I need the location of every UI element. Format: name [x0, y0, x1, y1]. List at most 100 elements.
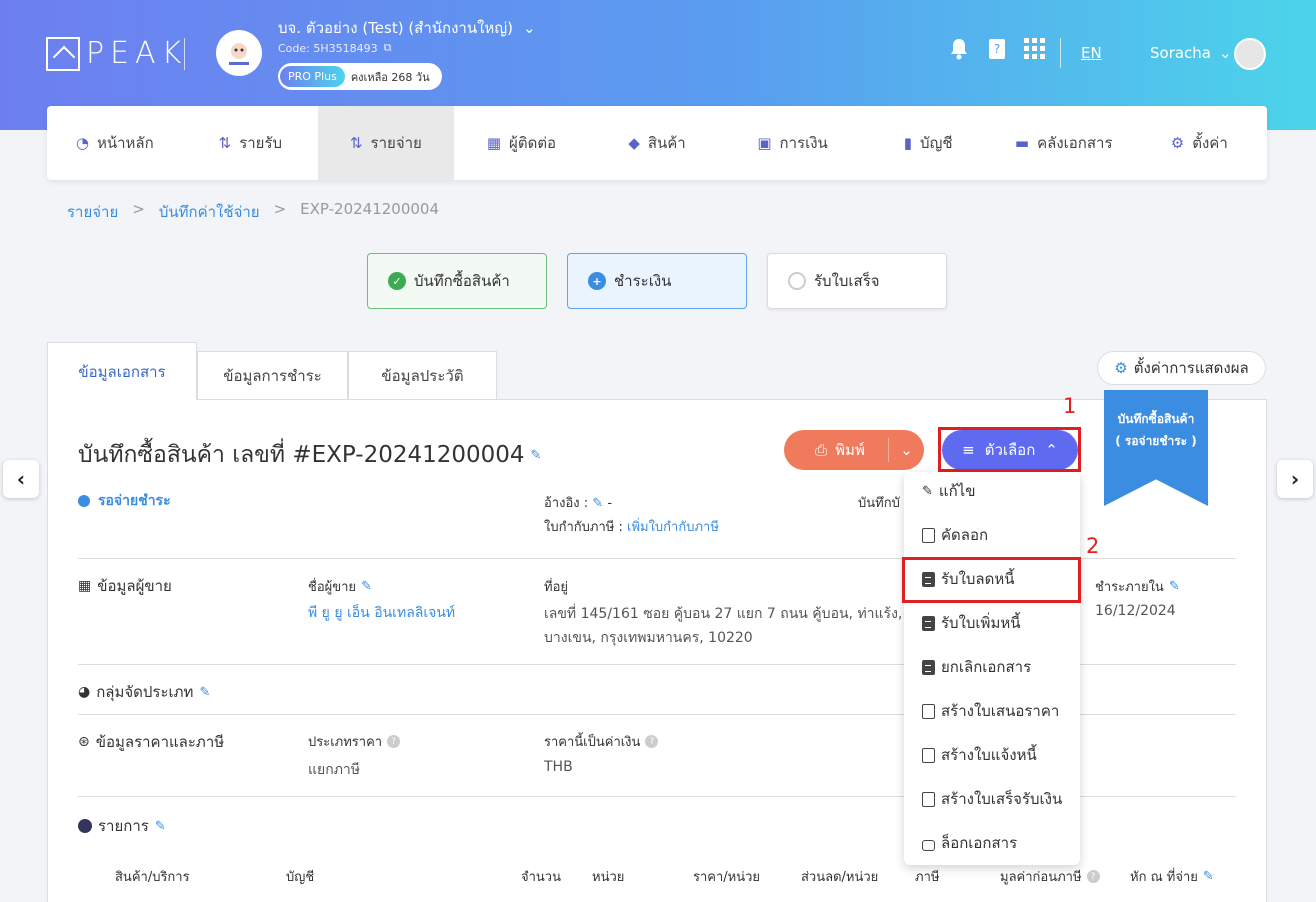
copy-icon[interactable]: ⧉ [384, 41, 392, 55]
cancel-doc-icon [922, 659, 935, 675]
pencil-icon[interactable]: ✎ [1169, 579, 1180, 594]
step-label: รับใบเสร็จ [814, 272, 880, 290]
col-unit-price: ราคา/หน่วย [693, 870, 761, 885]
menu-item-debit-note[interactable]: รับใบเพิ่มหนี้ [922, 608, 1020, 638]
bell-icon[interactable] [948, 38, 970, 60]
col-discount: ส่วนลด/หน่วย [801, 870, 879, 885]
nav-item-home[interactable]: ◔ หน้าหลัก [47, 106, 183, 180]
nav-item-income[interactable]: ⇅ รายรับ [183, 106, 319, 180]
menu-item-create-receipt[interactable]: สร้างใบเสร็จรับเงิน [922, 784, 1062, 814]
breadcrumb-separator: > [273, 200, 287, 218]
address-line2: บางเขน, กรุงเทพมหานคร, 10220 [544, 630, 753, 646]
gear-icon: ⚙ [1170, 134, 1185, 152]
step-payment[interactable]: + ชำระเงิน [567, 253, 747, 309]
lock-icon [922, 839, 935, 851]
address-label: ที่อยู่ [544, 580, 568, 595]
help-icon[interactable]: ? [645, 735, 659, 748]
print-button[interactable]: ⎙ พิมพ์ ⌄ [784, 430, 924, 470]
due-label: ชำระภายใน ✎ [1095, 576, 1180, 597]
document-icon [922, 615, 935, 631]
copy-icon [922, 791, 935, 807]
income-icon: ⇅ [218, 134, 232, 152]
menu-item-create-invoice[interactable]: สร้างใบแจ้งหนี้ [922, 740, 1037, 770]
vendor-name-label: ชื่อผู้ขาย ✎ [308, 576, 372, 597]
highlight-box-credit-note [902, 557, 1081, 603]
vendor-name-link[interactable]: พี ยู ยู เอ็น อินเทลลิเจนท์ [308, 602, 455, 624]
tab-history[interactable]: ข้อมูลประวัติ [348, 351, 497, 400]
nav-label: รายรับ [239, 134, 283, 152]
col-unit: หน่วย [592, 870, 625, 885]
help-book-icon[interactable]: ? [986, 38, 1008, 60]
breadcrumb-expense-record[interactable]: บันทึกค่าใช้จ่าย [159, 200, 260, 224]
record-label: บันทึกบั [858, 496, 900, 511]
print-main[interactable]: ⎙ พิมพ์ [784, 438, 888, 462]
menu-item-cancel-document[interactable]: ยกเลิกเอกสาร [922, 652, 1031, 682]
nav-item-accounting[interactable]: ▮ บัญชี [860, 106, 996, 180]
col-pretax-text: มูลค่าก่อนภาษี [1000, 870, 1082, 885]
category-section-label: ◕ กลุ่มจัดประเภท ✎ [78, 680, 210, 704]
tab-document-info[interactable]: ข้อมูลเอกสาร [47, 342, 197, 400]
nav-item-products[interactable]: ◆ สินค้า [589, 106, 725, 180]
plan-pill[interactable]: PRO Plus คงเหลือ 268 วัน [278, 63, 442, 90]
user-menu[interactable]: Soracha ⌄ [1150, 44, 1232, 62]
price-type-label: ประเภทราคา ? [308, 731, 401, 752]
status-label: รอจ่ายชำระ [78, 490, 171, 512]
breadcrumb-expense[interactable]: รายจ่าย [67, 200, 118, 224]
pie-chart-icon: ◕ [78, 684, 91, 700]
main-nav: ◔ หน้าหลัก ⇅ รายรับ ⇅ รายจ่าย ▦ ผู้ติดต่อ ◆ ส… [47, 106, 1267, 180]
expense-icon: ⇅ [349, 134, 363, 152]
nav-label: สินค้า [647, 134, 686, 152]
pencil-icon[interactable]: ✎ [592, 496, 603, 511]
peak-logo[interactable]: PEAK [46, 36, 187, 71]
menu-item-label: รับใบเพิ่มหนี้ [941, 614, 1021, 632]
chevron-down-icon: ⌄ [522, 19, 536, 37]
language-toggle[interactable]: EN [1081, 44, 1102, 62]
menu-item-edit[interactable]: ✎ แก้ไข [922, 476, 975, 506]
pencil-icon[interactable]: ✎ [199, 685, 210, 700]
reference-label: อ้างอิง : [544, 496, 589, 511]
ribbon-line1: บันทึกซื้อสินค้า [1117, 412, 1195, 426]
menu-item-copy[interactable]: คัดลอก [922, 520, 988, 550]
nav-item-finance[interactable]: ▣ การเงิน [725, 106, 861, 180]
pencil-icon[interactable]: ✎ [531, 448, 542, 463]
contacts-icon: ▦ [486, 134, 502, 152]
help-icon[interactable]: ? [387, 735, 401, 748]
due-value: 16/12/2024 [1095, 603, 1176, 619]
help-icon[interactable]: ? [1086, 870, 1100, 883]
pencil-icon[interactable]: ✎ [361, 579, 372, 594]
nav-label: ผู้ติดต่อ [509, 134, 557, 152]
plan-badge: PRO Plus [280, 66, 345, 87]
nav-item-documents[interactable]: ▬ คลังเอกสาร [996, 106, 1132, 180]
nav-item-contacts[interactable]: ▦ ผู้ติดต่อ [454, 106, 590, 180]
document-card [47, 399, 1267, 902]
company-avatar[interactable] [216, 30, 262, 76]
menu-item-create-quotation[interactable]: สร้างใบเสนอราคา [922, 696, 1059, 726]
col-withholding: หัก ณ ที่จ่าย ✎ [1130, 866, 1214, 887]
pencil-icon[interactable]: ✎ [155, 819, 166, 834]
display-setting-button[interactable]: ⚙ ตั้งค่าการแสดงผล [1097, 351, 1266, 385]
step-purchase-record[interactable]: ✓ บันทึกซื้อสินค้า [367, 253, 547, 309]
user-avatar[interactable] [1234, 38, 1266, 70]
step-receipt[interactable]: รับใบเสร็จ [767, 253, 947, 309]
nav-item-settings[interactable]: ⚙ ตั้งค่า [1132, 106, 1268, 180]
currency-label: ราคานี้เป็นค่าเงิน ? [544, 731, 659, 752]
header-divider [184, 38, 185, 70]
ribbon-line2: ( รอจ่ายชำระ ) [1115, 434, 1197, 448]
nav-item-expense[interactable]: ⇅ รายจ่าย [318, 106, 454, 180]
previous-document-button[interactable]: ‹ [3, 460, 39, 498]
tab-payment-info[interactable]: ข้อมูลการชำระ [197, 351, 348, 400]
company-switcher[interactable]: บจ. ตัวอย่าง (Test) (สำนักงานใหญ่) ⌄ [278, 16, 536, 40]
add-tax-invoice-link[interactable]: เพิ่มใบกำกับภาษี [627, 520, 719, 535]
menu-item-label: สร้างใบแจ้งหนี้ [941, 746, 1037, 764]
col-product: สินค้า/บริการ [115, 870, 190, 885]
next-document-button[interactable]: › [1277, 460, 1313, 498]
logo-text: PEAK [86, 36, 188, 71]
tax-invoice: ใบกำกับภาษี : เพิ่มใบกำกับภาษี [544, 516, 719, 537]
col-tax: ภาษี [915, 870, 940, 885]
menu-item-lock-document[interactable]: ล็อกเอกสาร [922, 828, 1017, 858]
apps-grid-icon[interactable] [1024, 38, 1046, 60]
menu-item-label: สร้างใบเสนอราคา [941, 702, 1060, 720]
pencil-icon[interactable]: ✎ [1203, 869, 1214, 884]
chevron-down-icon[interactable]: ⌄ [888, 438, 924, 462]
tax-invoice-label: ใบกำกับภาษี : [544, 520, 623, 535]
